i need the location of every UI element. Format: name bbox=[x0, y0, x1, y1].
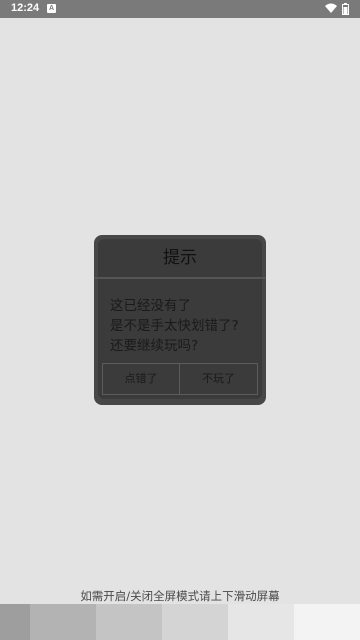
dialog-message-line: 还要继续玩吗? bbox=[110, 338, 199, 354]
dialog: 提示 这已经没有了 是不是手太快划错了? 还要继续玩吗? 点错了 不玩了 bbox=[94, 235, 266, 405]
color-swatch bbox=[162, 604, 228, 640]
color-swatch bbox=[96, 604, 162, 640]
dialog-message-line: 这已经没有了 bbox=[110, 298, 191, 314]
color-swatch bbox=[30, 604, 96, 640]
color-strip bbox=[0, 604, 360, 640]
status-bar: 12:24 A bbox=[0, 0, 360, 18]
quit-button[interactable]: 不玩了 bbox=[180, 363, 258, 395]
battery-icon bbox=[342, 3, 349, 15]
misclick-button[interactable]: 点错了 bbox=[102, 363, 180, 395]
color-swatch bbox=[294, 604, 360, 640]
wifi-icon bbox=[325, 3, 337, 13]
notification-a-icon: A bbox=[47, 4, 56, 13]
dialog-message-line: 是不是手太快划错了? bbox=[110, 318, 239, 334]
dialog-title: 提示 bbox=[98, 239, 262, 277]
fullscreen-hint: 如需开启/关闭全屏模式请上下滑动屏幕 bbox=[80, 589, 280, 603]
color-swatch bbox=[0, 604, 30, 640]
color-swatch bbox=[228, 604, 294, 640]
dialog-message: 这已经没有了 是不是手太快划错了? 还要继续玩吗? bbox=[110, 296, 260, 356]
status-time: 12:24 bbox=[11, 2, 40, 14]
dialog-body: 这已经没有了 是不是手太快划错了? 还要继续玩吗? 点错了 不玩了 bbox=[98, 279, 262, 399]
